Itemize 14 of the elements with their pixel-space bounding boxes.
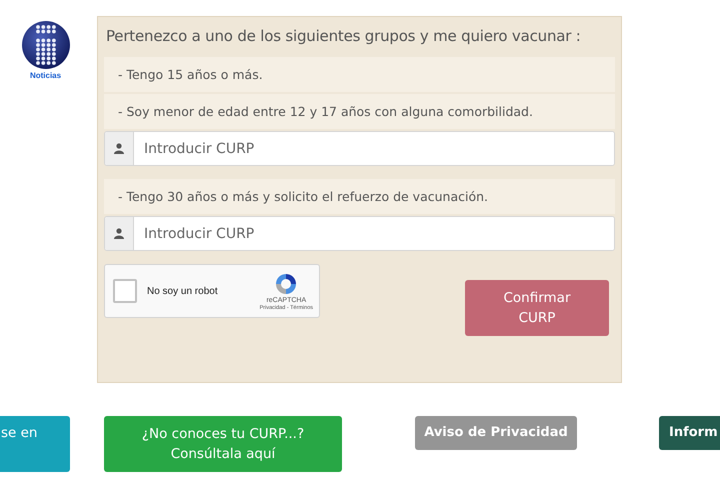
recaptcha-icon [274,272,298,296]
curp-input-field[interactable]: Introducir CURP [104,131,615,166]
group-option[interactable]: - Tengo 15 años o más. [104,57,615,92]
captcha-label: No soy un robot [147,286,219,296]
logo-icon [20,20,70,70]
curp-input-field[interactable]: Introducir CURP [104,216,615,251]
form-title: Pertenezco a uno de los siguientes grupos y me quiero vacunar : [105,26,582,47]
user-icon [114,143,124,154]
captcha-checkbox[interactable] [113,279,137,303]
group-option[interactable]: - Soy menor de edad entre 12 y 17 años con alguna comorbilidad. [104,94,615,129]
logo-caption: Noticias [30,71,62,80]
footer-button[interactable]: Inform [659,416,720,450]
group-option[interactable]: - Tengo 30 años o más y solicito el refuerzo de vacunación. [104,179,615,214]
user-icon [114,228,124,239]
